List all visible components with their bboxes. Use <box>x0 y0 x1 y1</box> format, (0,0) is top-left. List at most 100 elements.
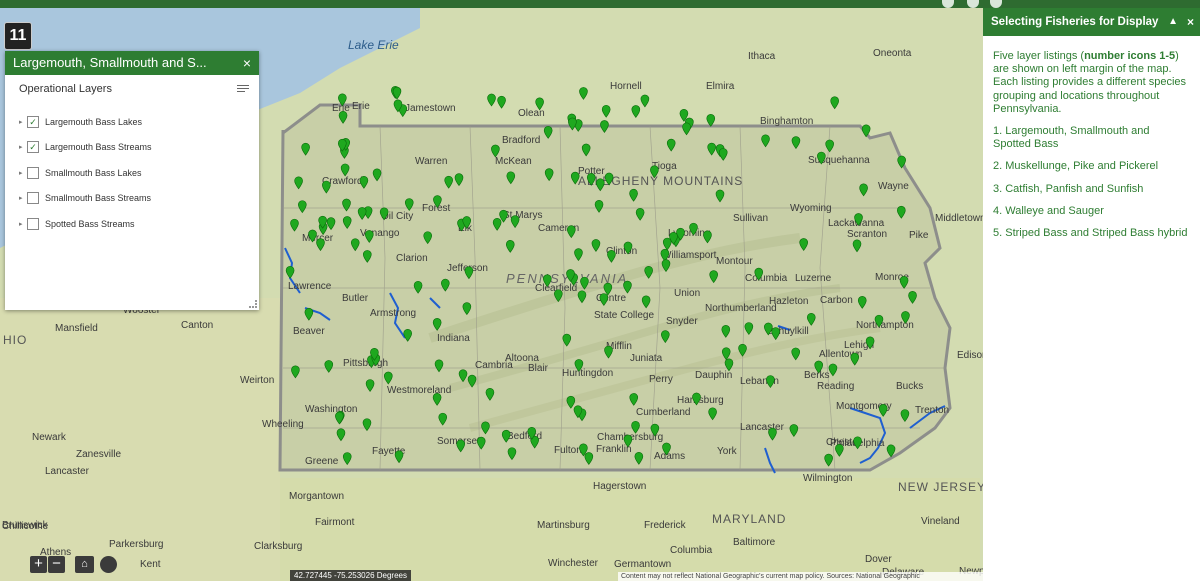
expand-arrow-icon[interactable]: ▸ <box>19 143 27 151</box>
fishery-marker-icon[interactable] <box>641 295 651 309</box>
fishery-marker-icon[interactable] <box>444 175 453 189</box>
expand-arrow-icon[interactable]: ▸ <box>19 220 27 228</box>
locate-button[interactable] <box>100 556 117 573</box>
close-icon[interactable]: × <box>243 51 251 75</box>
fishery-marker-icon[interactable] <box>865 336 875 350</box>
app-logo-button[interactable]: 11 <box>4 22 32 50</box>
fishery-marker-icon[interactable] <box>570 171 580 185</box>
fishery-marker-icon[interactable] <box>322 180 331 194</box>
fishery-marker-icon[interactable] <box>456 439 466 453</box>
fishery-marker-icon[interactable] <box>650 423 660 437</box>
fishery-marker-icon[interactable] <box>383 371 393 385</box>
fishery-marker-icon[interactable] <box>692 392 701 406</box>
fishery-marker-icon[interactable] <box>394 450 404 464</box>
fishery-marker-icon[interactable] <box>709 270 718 284</box>
fishery-marker-icon[interactable] <box>852 239 862 253</box>
fishery-marker-icon[interactable] <box>392 86 402 100</box>
fishery-marker-icon[interactable] <box>603 282 613 296</box>
fishery-marker-icon[interactable] <box>543 126 553 139</box>
fishery-marker-icon[interactable] <box>338 93 347 107</box>
fishery-marker-icon[interactable] <box>650 165 659 179</box>
fishery-marker-icon[interactable] <box>481 421 490 435</box>
home-button[interactable]: ⌂ <box>75 556 94 573</box>
fishery-marker-icon[interactable] <box>580 276 589 290</box>
layer-row[interactable]: ▸ Smallmouth Bass Lakes <box>5 160 259 186</box>
fishery-marker-icon[interactable] <box>562 333 572 347</box>
fishery-marker-icon[interactable] <box>485 387 495 401</box>
fishery-marker-icon[interactable] <box>441 278 450 292</box>
expand-arrow-icon[interactable]: ▸ <box>19 194 27 202</box>
fishery-marker-icon[interactable] <box>629 393 639 406</box>
fishery-marker-icon[interactable] <box>791 347 801 361</box>
fishery-marker-icon[interactable] <box>828 363 838 377</box>
fishery-marker-icon[interactable] <box>766 375 775 388</box>
resize-handle-icon[interactable] <box>249 300 257 308</box>
layer-checkbox[interactable]: ✓ <box>27 115 39 128</box>
fishery-marker-icon[interactable] <box>857 296 867 309</box>
fishery-marker-icon[interactable] <box>599 293 609 306</box>
fishery-marker-icon[interactable] <box>577 290 587 304</box>
collapse-icon[interactable]: ▲ <box>1168 8 1178 36</box>
fishery-marker-icon[interactable] <box>604 172 614 186</box>
fishery-marker-icon[interactable] <box>640 94 650 108</box>
fishery-marker-icon[interactable] <box>591 239 601 252</box>
fishery-marker-icon[interactable] <box>724 358 734 372</box>
fishery-marker-icon[interactable] <box>413 280 423 294</box>
fishery-marker-icon[interactable] <box>825 139 834 153</box>
fishery-marker-icon[interactable] <box>438 412 448 426</box>
fishery-marker-icon[interactable] <box>434 359 444 373</box>
fishery-marker-icon[interactable] <box>814 360 824 374</box>
fishery-marker-icon[interactable] <box>850 352 860 366</box>
fishery-marker-icon[interactable] <box>594 199 604 213</box>
fishery-marker-icon[interactable] <box>689 222 698 236</box>
layer-checkbox[interactable] <box>27 192 39 205</box>
zoom-in-button[interactable]: + <box>30 556 47 573</box>
fishery-marker-icon[interactable] <box>362 418 372 432</box>
fishery-marker-icon[interactable] <box>853 436 862 450</box>
fishery-marker-icon[interactable] <box>458 369 468 383</box>
fishery-marker-icon[interactable] <box>768 427 777 441</box>
fishery-marker-icon[interactable] <box>350 238 360 252</box>
fishery-marker-icon[interactable] <box>607 249 616 263</box>
fishery-marker-icon[interactable] <box>764 322 773 336</box>
fishery-marker-icon[interactable] <box>623 280 632 294</box>
fishery-marker-icon[interactable] <box>661 330 670 344</box>
fishery-marker-icon[interactable] <box>878 404 888 417</box>
fishery-marker-icon[interactable] <box>554 289 563 303</box>
fishery-marker-icon[interactable] <box>304 307 314 321</box>
fishery-marker-icon[interactable] <box>897 205 906 219</box>
fishery-marker-icon[interactable] <box>595 178 605 192</box>
fishery-marker-icon[interactable] <box>631 420 640 434</box>
fishery-marker-icon[interactable] <box>379 207 389 221</box>
fishery-marker-icon[interactable] <box>631 105 641 118</box>
fishery-marker-icon[interactable] <box>601 104 611 118</box>
fishery-marker-icon[interactable] <box>338 111 348 124</box>
fishery-marker-icon[interactable] <box>835 443 844 457</box>
zoom-out-button[interactable]: − <box>48 556 65 573</box>
fishery-marker-icon[interactable] <box>372 168 382 182</box>
fishery-marker-icon[interactable] <box>510 215 520 229</box>
fishery-marker-icon[interactable] <box>566 395 576 409</box>
fishery-marker-icon[interactable] <box>507 447 517 461</box>
layer-row[interactable]: ▸ ✓ Largemouth Bass Streams <box>5 135 259 161</box>
fishery-marker-icon[interactable] <box>584 452 594 465</box>
fishery-marker-icon[interactable] <box>432 318 442 331</box>
fishery-marker-icon[interactable] <box>806 312 816 326</box>
layer-checkbox[interactable]: ✓ <box>27 141 39 154</box>
fishery-marker-icon[interactable] <box>901 311 910 324</box>
fishery-marker-icon[interactable] <box>662 237 672 251</box>
fishery-marker-icon[interactable] <box>708 407 717 421</box>
fishery-marker-icon[interactable] <box>298 200 307 214</box>
fishery-marker-icon[interactable] <box>744 322 754 335</box>
layer-row[interactable]: ▸ ✓ Largemouth Bass Lakes <box>5 109 259 135</box>
fishery-marker-icon[interactable] <box>718 148 728 161</box>
fishery-marker-icon[interactable] <box>365 379 375 392</box>
fishery-marker-icon[interactable] <box>423 231 433 245</box>
fishery-marker-icon[interactable] <box>462 302 472 316</box>
fishery-marker-icon[interactable] <box>662 442 671 456</box>
fishery-marker-icon[interactable] <box>703 230 712 244</box>
fishery-marker-icon[interactable] <box>859 183 868 197</box>
layer-checkbox[interactable] <box>27 217 39 230</box>
fishery-marker-icon[interactable] <box>362 250 372 263</box>
fishery-marker-icon[interactable] <box>754 267 764 281</box>
